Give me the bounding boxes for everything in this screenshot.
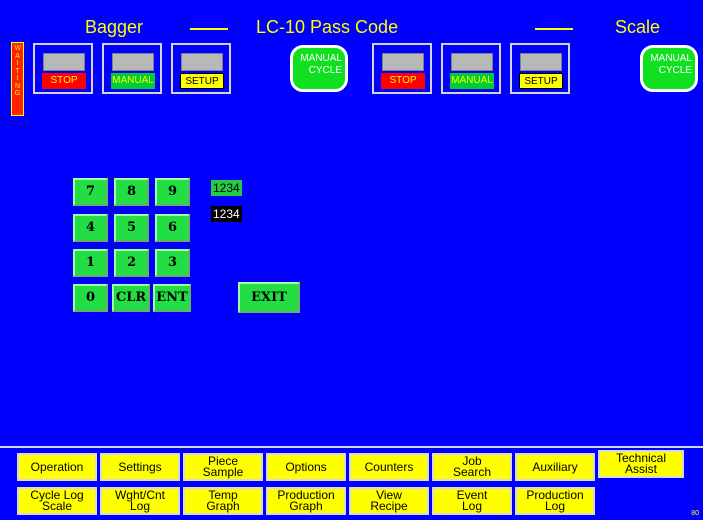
waiting-label: WAITING [14, 45, 22, 97]
keypad-key-5[interactable]: 5 [114, 214, 149, 242]
manual-indicator-screen [112, 53, 154, 71]
cycle-label-line1: MANUAL [650, 53, 692, 64]
nav-label: Auxiliary [532, 459, 578, 474]
manual-button[interactable]: MANUAL [450, 73, 494, 89]
nav-technical-assist-button[interactable]: Technical Assist [598, 450, 684, 478]
header-divider [190, 28, 228, 30]
nav-auxiliary-button[interactable]: Auxiliary [515, 453, 595, 481]
header-divider [535, 28, 573, 30]
bagger-manual-cycle-button[interactable]: MANUAL CYCLE [290, 45, 348, 92]
nav-production-log-button[interactable]: Production Log [515, 487, 595, 515]
nav-options-button[interactable]: Options [266, 453, 346, 481]
corner-number: 80 [691, 510, 699, 517]
nav-label: Options [285, 459, 327, 474]
nav-label: Log [544, 499, 566, 513]
keypad-key-3[interactable]: 3 [155, 249, 190, 277]
nav-label: Graph [206, 499, 240, 513]
manual-button[interactable]: MANUAL [111, 73, 155, 89]
stop-indicator-screen [43, 53, 85, 71]
nav-label: Log [129, 499, 151, 513]
nav-label: Recipe [370, 499, 408, 513]
keypad-key-7[interactable]: 7 [73, 178, 108, 206]
nav-label: Scale [41, 499, 73, 513]
cycle-label-line2: CYCLE [308, 65, 342, 76]
passcode-value-display: 1234 [211, 206, 242, 222]
keypad-key-1[interactable]: 1 [73, 249, 108, 277]
setup-indicator-screen [520, 53, 562, 71]
stop-indicator-screen [382, 53, 424, 71]
waiting-status-indicator: WAITING [11, 42, 24, 116]
stop-button[interactable]: STOP [42, 73, 86, 89]
nav-piece-sample-button[interactable]: Piece Sample [183, 453, 263, 481]
enter-button[interactable]: ENT [153, 284, 191, 312]
nav-settings-button[interactable]: Settings [100, 453, 180, 481]
nav-production-graph-button[interactable]: Production Graph [266, 487, 346, 515]
scale-manual-cycle-button[interactable]: MANUAL CYCLE [640, 45, 698, 92]
header-bagger: Bagger [85, 17, 144, 37]
nav-job-search-button[interactable]: Job Search [432, 453, 512, 481]
nav-separator [0, 446, 703, 448]
keypad-key-9[interactable]: 9 [155, 178, 190, 206]
scale-stop-control[interactable]: STOP [372, 43, 432, 94]
nav-label: Sample [202, 465, 244, 479]
manual-indicator-screen [451, 53, 493, 71]
bagger-setup-control[interactable]: SETUP [171, 43, 231, 94]
nav-operation-button[interactable]: Operation [17, 453, 97, 481]
header-scale: Scale [615, 17, 661, 37]
nav-label: Assist [624, 462, 657, 476]
cycle-label-line1: MANUAL [300, 53, 342, 64]
clear-button[interactable]: CLR [112, 284, 150, 312]
nav-label: Search [452, 465, 492, 479]
nav-weight-count-log-button[interactable]: Wght/Cnt Log [100, 487, 180, 515]
keypad-key-0[interactable]: 0 [73, 284, 108, 312]
bagger-manual-control[interactable]: MANUAL [102, 43, 162, 94]
scale-manual-control[interactable]: MANUAL [441, 43, 501, 94]
nav-event-log-button[interactable]: Event Log [432, 487, 512, 515]
nav-cycle-log-scale-button[interactable]: Cycle Log Scale [17, 487, 97, 515]
setup-button[interactable]: SETUP [519, 73, 563, 89]
nav-label: Operation [30, 459, 84, 474]
keypad-key-2[interactable]: 2 [114, 249, 149, 277]
page-title: LC-10 Pass Code [256, 17, 399, 37]
exit-button[interactable]: EXIT [238, 282, 300, 313]
stop-button[interactable]: STOP [381, 73, 425, 89]
nav-label: Settings [118, 459, 162, 474]
bagger-stop-control[interactable]: STOP [33, 43, 93, 94]
passcode-entry-display: 1234 [211, 180, 242, 196]
scale-setup-control[interactable]: SETUP [510, 43, 570, 94]
cycle-label-line2: CYCLE [658, 65, 692, 76]
nav-label: Graph [289, 499, 323, 513]
nav-label: Counters [364, 459, 414, 474]
keypad-key-8[interactable]: 8 [114, 178, 149, 206]
setup-button[interactable]: SETUP [180, 73, 224, 89]
nav-counters-button[interactable]: Counters [349, 453, 429, 481]
nav-temp-graph-button[interactable]: Temp Graph [183, 487, 263, 515]
nav-view-recipe-button[interactable]: View Recipe [349, 487, 429, 515]
setup-indicator-screen [181, 53, 223, 71]
keypad-key-4[interactable]: 4 [73, 214, 108, 242]
keypad-key-6[interactable]: 6 [155, 214, 190, 242]
nav-label: Log [461, 499, 483, 513]
